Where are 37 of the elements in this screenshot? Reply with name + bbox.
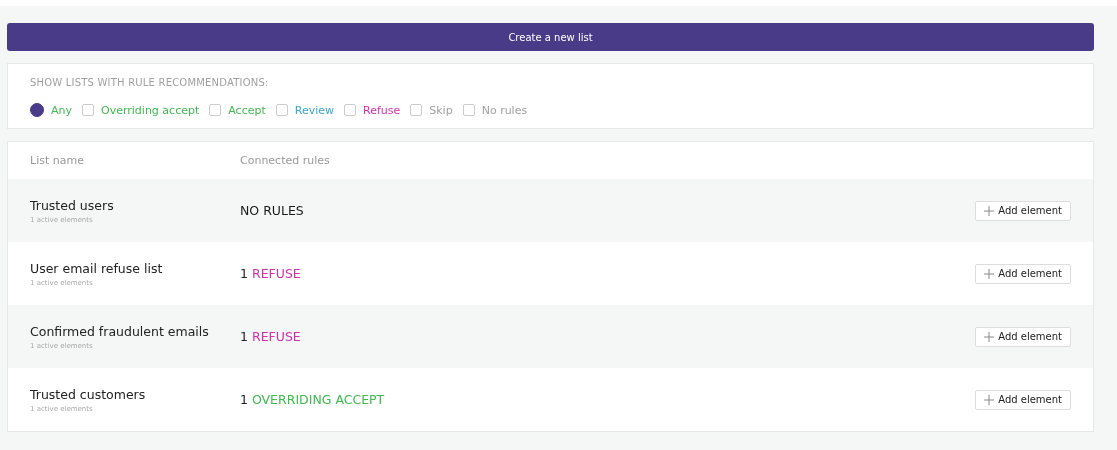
checkbox[interactable] <box>344 104 356 116</box>
rule-label: REFUSE <box>251 329 301 344</box>
checkbox[interactable] <box>462 104 475 116</box>
plus-icon <box>984 331 995 342</box>
checkbox[interactable] <box>410 104 423 116</box>
radio-selected-icon[interactable] <box>30 103 44 117</box>
checkbox[interactable] <box>82 104 94 116</box>
rule-count: 1 <box>240 329 248 344</box>
list-name: User email refuse list <box>30 260 164 276</box>
filter-option[interactable]: No rules <box>462 103 528 117</box>
filter-title: SHOW LISTS WITH RULE RECOMMENDATIONS: <box>30 77 270 88</box>
filter-option[interactable]: Any <box>30 103 72 117</box>
add-element-button[interactable]: Add element <box>975 326 1071 347</box>
create-list-button[interactable]: Create a new list <box>7 23 1094 51</box>
checkbox[interactable] <box>209 104 222 116</box>
rule-label: NO RULES <box>240 203 304 218</box>
plus-icon <box>984 394 995 405</box>
rule-label: REFUSE <box>251 266 301 281</box>
plus-icon <box>984 205 995 216</box>
list-name: Trusted users <box>30 197 115 213</box>
list-name: Trusted customers <box>30 386 147 402</box>
column-header: Connected rules <box>240 154 331 167</box>
add-element-button[interactable]: Add element <box>975 263 1071 284</box>
rule-count: 1 <box>240 266 248 281</box>
checkbox[interactable] <box>275 104 288 116</box>
rule-label: OVERRIDING ACCEPT <box>251 392 385 407</box>
plus-icon <box>984 268 995 279</box>
filter-option[interactable]: Overriding accept <box>82 103 200 117</box>
filter-option[interactable]: Refuse <box>344 103 401 117</box>
add-element-button[interactable]: Add element <box>975 200 1071 221</box>
column-header: List name <box>30 154 85 167</box>
filter-option[interactable]: Skip <box>410 103 453 117</box>
list-name: Confirmed fraudulent emails <box>30 323 210 339</box>
add-element-button[interactable]: Add element <box>975 389 1071 410</box>
filter-option[interactable]: Review <box>275 103 334 117</box>
rule-count: 1 <box>240 392 248 407</box>
filter-option[interactable]: Accept <box>209 103 266 117</box>
